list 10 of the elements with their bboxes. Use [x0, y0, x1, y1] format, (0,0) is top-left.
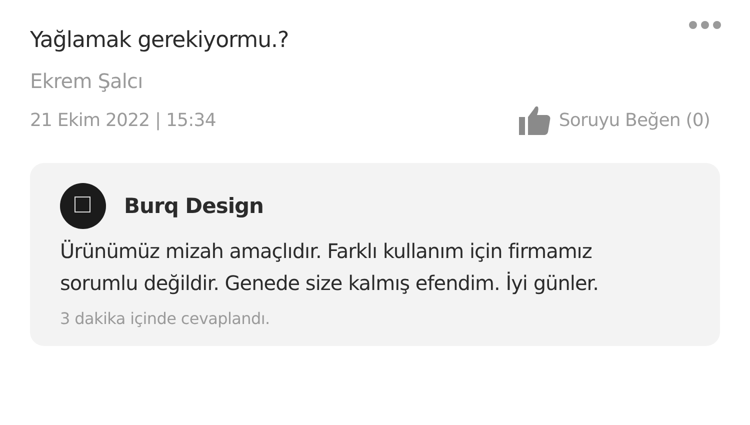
question-author: Ekrem Şalcı	[30, 69, 144, 93]
answer-text: Ürünümüz mizah amaçlıdır. Farklı kullanım için firmamız sorumlu değildir. Genede size kalmış efendim. İyi günler.	[60, 238, 600, 297]
thumbs-up-icon	[518, 105, 551, 135]
like-question-link[interactable]: Soruyu Beğen (0)	[518, 105, 710, 135]
question-title: Yağlamak gerekiyormu.?	[30, 28, 290, 53]
answer-author: Burq Design	[124, 194, 264, 218]
avatar-icon	[60, 183, 106, 229]
answer-time: 3 dakika içinde cevaplandı.	[60, 309, 271, 328]
question-date: 21 Ekim 2022 | 15:34	[30, 110, 216, 130]
more-options-icon[interactable]	[688, 20, 722, 30]
